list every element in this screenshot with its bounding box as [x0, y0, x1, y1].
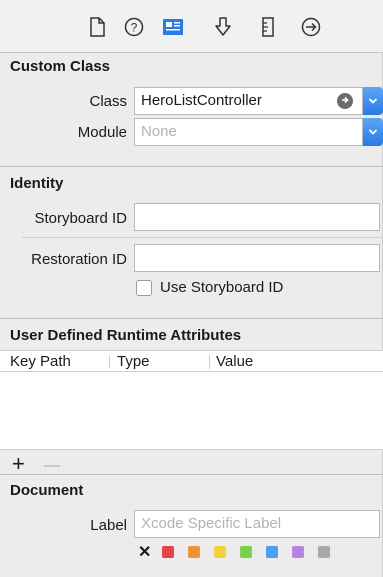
- remove-button[interactable]: —: [44, 456, 60, 476]
- clear-label-color-button[interactable]: ✕: [138, 542, 151, 562]
- add-button[interactable]: +: [12, 453, 25, 475]
- column-header-type[interactable]: Type: [117, 353, 150, 370]
- storyboard-id-field[interactable]: [134, 203, 380, 231]
- runtime-attributes-table-body[interactable]: [0, 372, 383, 450]
- use-storyboard-id-checkbox[interactable]: [136, 280, 152, 296]
- label-color-blue-swatch[interactable]: [266, 546, 278, 558]
- section-divider: [0, 166, 383, 167]
- label-color-red-swatch[interactable]: [162, 546, 174, 558]
- section-divider: [0, 474, 383, 475]
- label-color-gray-swatch[interactable]: [318, 546, 330, 558]
- row-separator: [22, 237, 383, 238]
- class-value: HeroListController: [141, 92, 262, 109]
- label-color-yellow-swatch[interactable]: [214, 546, 226, 558]
- arrow-right-icon: [340, 92, 350, 110]
- doc-label-field[interactable]: Xcode Specific Label: [134, 510, 380, 538]
- doc-label-placeholder: Xcode Specific Label: [141, 515, 282, 532]
- module-placeholder: None: [141, 123, 177, 140]
- label-color-purple-swatch[interactable]: [292, 546, 304, 558]
- connections-icon[interactable]: [300, 16, 322, 38]
- label-color-orange-swatch[interactable]: [188, 546, 200, 558]
- class-dropdown-button[interactable]: [363, 87, 383, 115]
- size-icon[interactable]: [257, 16, 279, 38]
- storyboard-id-label: Storyboard ID: [34, 210, 127, 227]
- class-label: Class: [89, 93, 127, 110]
- column-separator: [209, 355, 210, 369]
- goto-class-button[interactable]: [337, 93, 353, 109]
- identity-icon[interactable]: [162, 16, 184, 38]
- module-field[interactable]: None: [134, 118, 363, 146]
- runtime-attributes-table-header: Key Path Type Value: [0, 350, 383, 372]
- inspector-toolbar: ?: [0, 0, 383, 53]
- class-field[interactable]: HeroListController: [134, 87, 363, 115]
- module-dropdown-button[interactable]: [363, 118, 383, 146]
- section-divider: [0, 318, 383, 319]
- column-header-value[interactable]: Value: [216, 353, 253, 370]
- column-header-key-path[interactable]: Key Path: [10, 353, 71, 370]
- identity-inspector-panel: ? Custom Class Class HeroListController …: [0, 0, 383, 577]
- file-icon[interactable]: [86, 16, 108, 38]
- module-label: Module: [77, 124, 127, 141]
- restoration-id-label: Restoration ID: [31, 251, 127, 268]
- chevron-down-icon: [368, 123, 378, 141]
- custom-class-heading: Custom Class: [10, 58, 111, 75]
- attributes-icon[interactable]: [212, 16, 234, 38]
- svg-text:?: ?: [131, 21, 138, 35]
- help-icon[interactable]: ?: [123, 16, 145, 38]
- document-heading: Document: [10, 482, 84, 499]
- use-storyboard-id-label: Use Storyboard ID: [160, 279, 284, 296]
- label-color-green-swatch[interactable]: [240, 546, 252, 558]
- identity-heading: Identity: [10, 175, 64, 192]
- runtime-attributes-heading: User Defined Runtime Attributes: [10, 327, 242, 344]
- restoration-id-field[interactable]: [134, 244, 380, 272]
- column-separator: [109, 355, 110, 369]
- chevron-down-icon: [368, 92, 378, 110]
- doc-label-label: Label: [90, 517, 127, 534]
